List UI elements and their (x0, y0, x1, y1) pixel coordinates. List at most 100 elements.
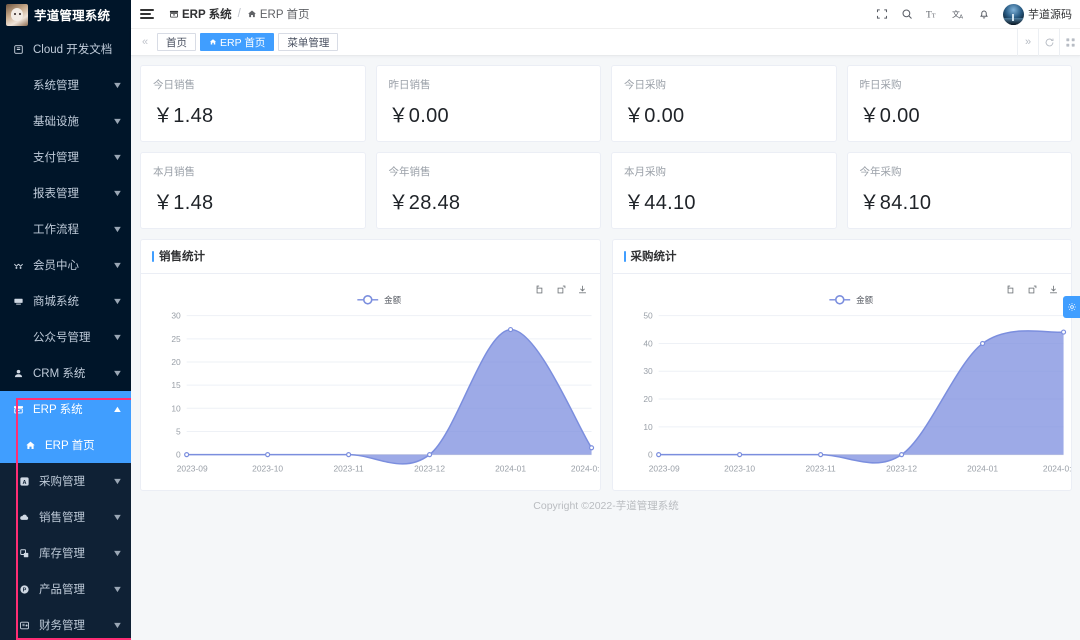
sidebar-item-9[interactable]: CRM 系统 ▼ (0, 355, 131, 391)
sidebar-item-label: 工作流程 (33, 224, 79, 236)
sidebar-item-label: 公众号管理 (33, 332, 91, 344)
x-tick-label: 2023-11 (805, 463, 836, 473)
sidebar-item-4[interactable]: 报表管理 ▼ (0, 175, 131, 211)
chart-header: 销售统计 (141, 240, 600, 274)
fullscreen-icon[interactable] (876, 8, 888, 20)
username-label: 芋道源码 (1028, 9, 1072, 21)
download-icon[interactable] (1048, 284, 1059, 295)
double-chevron-right-icon[interactable]: » (1017, 28, 1038, 56)
stat-card-本月销售: 本月销售 ￥1.48 (140, 152, 366, 229)
svg-text:金额: 金额 (856, 294, 873, 304)
stat-card-title: 昨日采购 (859, 79, 902, 91)
sidebar-item-2[interactable]: 基础设施 ▼ (0, 103, 131, 139)
font-size-icon[interactable]: T T (926, 8, 939, 20)
sidebar-item-ERP-首页[interactable]: ERP 首页 (0, 427, 131, 463)
y-tick-label: 20 (171, 357, 181, 367)
stat-card-今日销售: 今日销售 ￥1.48 (140, 65, 366, 142)
rabbit-avatar-icon (6, 3, 28, 26)
settings-gear-icon[interactable] (1063, 296, 1080, 318)
data-point (427, 451, 433, 457)
sidebar-logo[interactable]: 芋道管理系统 (0, 0, 131, 29)
sidebar-item-label: 基础设施 (33, 116, 79, 128)
title-accent-bar (152, 250, 154, 262)
stat-card-value: ￥0.00 (624, 105, 685, 127)
x-tick-label: 2024-0: (571, 463, 600, 473)
download-icon[interactable] (577, 284, 588, 295)
sidebar-item-5[interactable]: 工作流程 ▼ (0, 211, 131, 247)
stat-card-昨日采购: 昨日采购 ￥0.00 (846, 65, 1072, 142)
chevron-down-icon: ▼ (111, 152, 124, 162)
refresh-icon[interactable] (1038, 28, 1059, 56)
sidebar-item-3[interactable]: 支付管理 ▼ (0, 139, 131, 175)
chevron-down-icon: ▼ (111, 332, 124, 342)
sidebar-item-8[interactable]: 公众号管理 ▼ (0, 319, 131, 355)
stat-cards-row-2: 本月销售 ￥1.48 今年销售 ￥28.48 本月采购 ￥44.10 今年采购 ￥84.10 (140, 152, 1072, 229)
sidebar-item-1[interactable]: 系统管理 ▼ (0, 67, 131, 103)
zoom-reset-icon[interactable] (556, 284, 567, 295)
y-tick-label: 10 (643, 421, 653, 431)
stat-card-title: 今年采购 (859, 166, 902, 178)
sidebar-item-label: 销售管理 (39, 512, 85, 524)
restore-icon[interactable] (535, 284, 546, 295)
y-tick-label: 0 (648, 449, 653, 459)
sidebar-item-7[interactable]: 商城系统 ▼ (0, 283, 131, 319)
double-chevron-left-icon[interactable]: « (137, 36, 153, 48)
stat-card-value: ￥44.10 (624, 192, 696, 214)
translate-icon[interactable]: 文 A (952, 8, 965, 20)
grid-layout-icon[interactable] (1059, 28, 1080, 56)
sidebar-item-label: ERP 系统 (33, 404, 83, 416)
bell-icon[interactable] (978, 8, 990, 20)
sales-chart-card: 销售统计 金额 0 5 10 15 20 25 30 2023-09 2023-… (140, 239, 601, 491)
tab-ERP-首页[interactable]: ERP 首页 (200, 33, 275, 51)
data-point (588, 444, 595, 450)
sidebar-item-label: 库存管理 (39, 548, 85, 560)
navbar-right: T T 文 A 芋道源码 (876, 3, 1072, 25)
search-icon[interactable] (901, 8, 913, 20)
y-tick-label: 10 (171, 403, 181, 413)
chevron-down-icon: ▼ (111, 584, 124, 594)
data-point (507, 326, 514, 332)
sidebar-item-销售管理[interactable]: 销售管理 ▼ (0, 499, 131, 535)
stat-card-title: 本月采购 (624, 166, 666, 178)
sidebar-item-采购管理[interactable]: A 采购管理 ▼ (0, 463, 131, 499)
stat-card-value: ￥0.00 (859, 105, 920, 127)
chevron-down-icon: ▼ (111, 80, 124, 90)
chevron-down-icon: ▼ (111, 188, 124, 198)
top-navbar: ERP 系统 / ERP 首页 T T 文 A 芋道源码 (131, 0, 1080, 29)
tab-label: 菜单管理 (287, 36, 330, 49)
x-tick-label: 2024-01 (967, 463, 998, 473)
stat-card-value: ￥28.48 (388, 192, 461, 214)
stat-card-本月采购: 本月采购 ￥44.10 (611, 152, 837, 229)
sidebar-item-产品管理[interactable]: P 产品管理 ▼ (0, 571, 131, 607)
sidebar-item-库存管理[interactable]: 库存管理 ▼ (0, 535, 131, 571)
title-accent-bar (623, 250, 626, 262)
stat-card-value: ￥0.00 (388, 105, 449, 127)
restore-icon[interactable] (1006, 284, 1017, 295)
sidebar-item-label: 采购管理 (39, 476, 85, 488)
stat-card-title: 本月销售 (153, 166, 195, 178)
breadcrumb-label: ERP 首页 (259, 9, 310, 21)
chevron-down-icon: ▼ (111, 224, 124, 234)
user-menu[interactable]: 芋道源码 (1003, 3, 1072, 25)
zoom-reset-icon[interactable] (1027, 284, 1038, 295)
tab-菜单管理[interactable]: 菜单管理 (278, 33, 339, 51)
sidebar-item-cloud-doc[interactable]: Cloud 开发文档 (0, 31, 131, 67)
sidebar-item-财务管理[interactable]: 财务管理 ▼ (0, 607, 131, 640)
data-point (979, 340, 985, 346)
sidebar-item-6[interactable]: 会员中心 ▼ (0, 247, 131, 283)
product-p-icon: P (14, 584, 34, 595)
sidebar-item-erp-system[interactable]: ERP 系统 ▲ (0, 391, 131, 427)
tab-label: ERP 首页 (220, 36, 266, 49)
erp-box-icon (169, 9, 179, 19)
tags-bar: « 首页 ERP 首页 菜单管理 » (131, 28, 1080, 56)
chevron-down-icon: ▼ (111, 260, 124, 270)
annotation-highlight-top (16, 398, 131, 400)
svg-text:金额: 金额 (384, 294, 401, 304)
finance-icon (14, 620, 34, 631)
breadcrumb-item-erp-system[interactable]: ERP 系统 (169, 6, 232, 22)
svg-text:T: T (932, 13, 936, 20)
tab-首页[interactable]: 首页 (157, 33, 196, 51)
sales-area-chart: 金额 0 5 10 15 20 25 30 2023-09 2023-10 2023-11 2023-… (171, 294, 600, 473)
stat-card-今年采购: 今年采购 ￥84.10 (846, 152, 1072, 229)
menu-fold-icon[interactable] (140, 9, 154, 19)
